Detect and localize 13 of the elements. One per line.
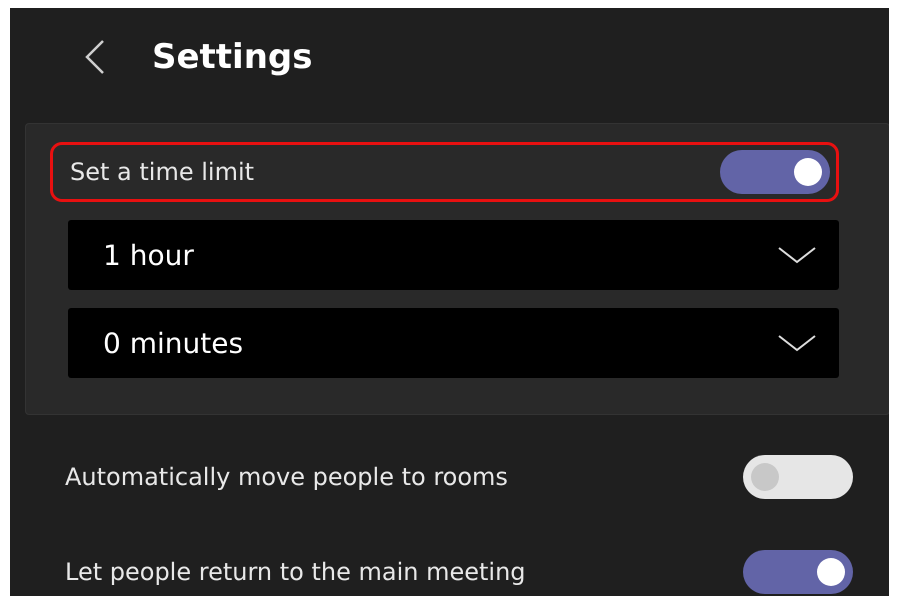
- dropdown[interactable]: 0 minutes: [68, 308, 839, 378]
- toggle-switch[interactable]: [720, 150, 830, 194]
- dropdown[interactable]: 1 hour: [68, 220, 839, 290]
- setting-label: Set a time limit: [70, 158, 254, 186]
- chevron-left-icon: [84, 39, 106, 75]
- toggle-switch[interactable]: [743, 455, 853, 499]
- page-title: Settings: [152, 37, 312, 77]
- chevron-down-icon: [777, 245, 817, 265]
- toggle-switch[interactable]: [743, 550, 853, 594]
- setting-label: Automatically move people to rooms: [65, 463, 508, 491]
- setting-label: Let people return to the main meeting: [65, 558, 526, 586]
- chevron-down-icon: [777, 333, 817, 353]
- back-button[interactable]: [84, 39, 106, 75]
